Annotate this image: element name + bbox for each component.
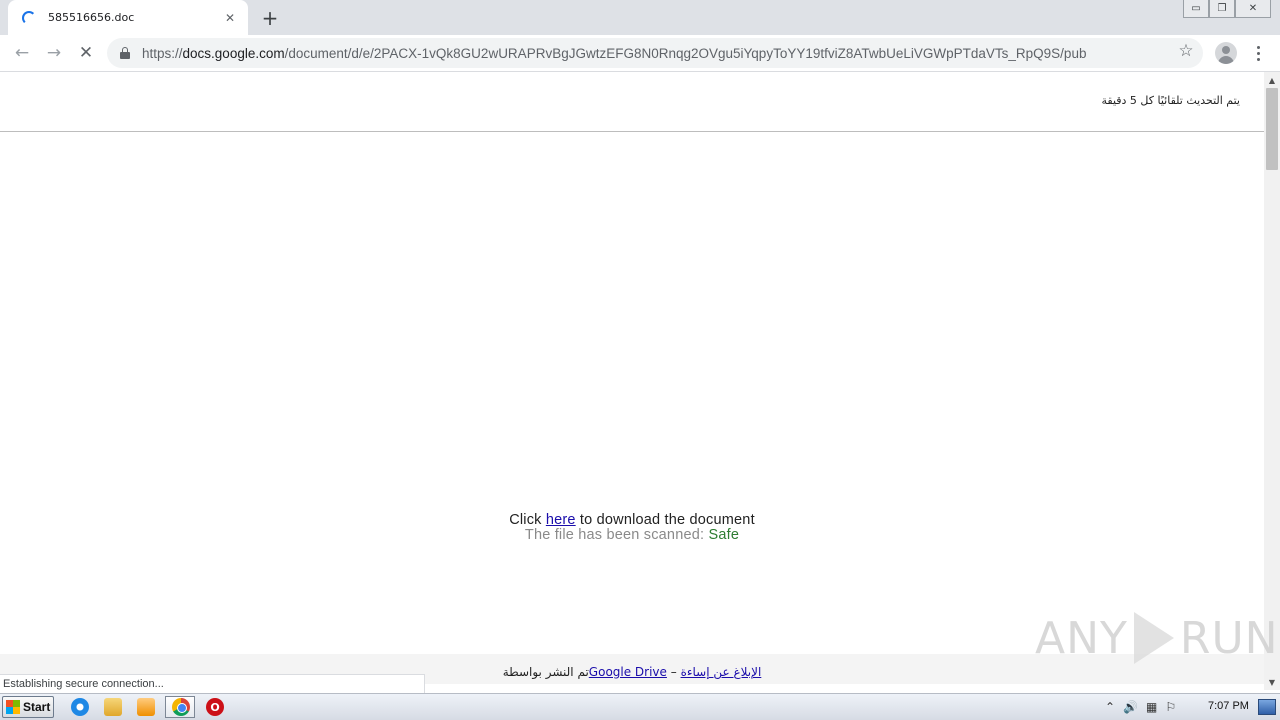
system-tray: ⌃ 🔊 ▦ ⚐ bbox=[1105, 697, 1176, 717]
download-prompt-prefix: Click bbox=[509, 512, 546, 528]
loading-spinner-icon bbox=[22, 10, 36, 25]
scrollbar-thumb[interactable] bbox=[1266, 88, 1278, 170]
tab-strip: 585516656.doc ✕ + ▭ ❐ ✕ bbox=[0, 0, 1280, 35]
more-menu-icon[interactable] bbox=[1250, 42, 1266, 64]
opera-icon[interactable]: O bbox=[206, 698, 224, 716]
window-close-button[interactable]: ✕ bbox=[1235, 0, 1271, 18]
footer-dash: – bbox=[666, 665, 681, 679]
auto-update-notice: يتم التحديث تلقائيًا كل 5 دقيقة bbox=[1101, 94, 1240, 107]
start-label: Start bbox=[23, 700, 51, 714]
back-button[interactable]: ← bbox=[9, 40, 35, 66]
doc-header-banner: يتم التحديث تلقائيًا كل 5 دقيقة bbox=[0, 72, 1264, 132]
watermark-left-text: ANY bbox=[1035, 612, 1128, 664]
url-host: docs.google.com bbox=[182, 45, 285, 61]
windows-logo-icon bbox=[6, 700, 20, 714]
scroll-down-arrow-icon[interactable]: ▼ bbox=[1264, 674, 1280, 690]
action-center-flag-icon[interactable]: ⚐ bbox=[1165, 700, 1176, 714]
new-tab-button[interactable]: + bbox=[258, 6, 282, 30]
restore-button[interactable]: ❐ bbox=[1209, 0, 1235, 18]
internet-explorer-icon[interactable] bbox=[71, 698, 89, 716]
chrome-icon[interactable] bbox=[172, 698, 190, 716]
tray-expand-icon[interactable]: ⌃ bbox=[1105, 700, 1115, 714]
volume-icon[interactable]: 🔊 bbox=[1123, 700, 1138, 714]
tab-title: 585516656.doc bbox=[48, 11, 135, 24]
browser-tab-active[interactable]: 585516656.doc ✕ bbox=[8, 0, 248, 35]
show-desktop-icon[interactable] bbox=[1258, 699, 1276, 715]
google-drive-link[interactable]: Google Drive bbox=[589, 665, 667, 679]
scan-status: The file has been scanned: Safe bbox=[0, 527, 1264, 543]
media-player-icon[interactable] bbox=[137, 698, 155, 716]
stop-loading-button[interactable]: ✕ bbox=[73, 40, 99, 66]
anyrun-watermark: ANY RUN bbox=[1035, 606, 1279, 670]
url-path: /document/d/e/2PACX-1vQk8GU2wURAPRvBgJGw… bbox=[284, 45, 1087, 61]
network-icon[interactable]: ▦ bbox=[1146, 700, 1157, 714]
profile-avatar-icon[interactable] bbox=[1215, 42, 1237, 64]
download-here-link[interactable]: here bbox=[546, 512, 576, 528]
lock-icon[interactable] bbox=[120, 47, 130, 59]
page-viewport: يتم التحديث تلقائيًا كل 5 دقيقة Click he… bbox=[0, 72, 1264, 684]
vertical-scrollbar[interactable]: ▲ ▼ bbox=[1264, 72, 1280, 690]
windows-taskbar: Start O ⌃ 🔊 ▦ ⚐ 7:07 PM bbox=[0, 693, 1280, 720]
download-prompt: Click here to download the document bbox=[0, 512, 1264, 528]
forward-button[interactable]: → bbox=[41, 40, 67, 66]
watermark-play-icon bbox=[1133, 612, 1174, 664]
report-abuse-link[interactable]: الإبلاغ عن إساءة bbox=[681, 665, 762, 679]
scan-status-label: The file has been scanned: bbox=[524, 527, 709, 543]
minimize-button[interactable]: ▭ bbox=[1183, 0, 1209, 18]
taskbar-clock[interactable]: 7:07 PM bbox=[1208, 700, 1249, 712]
tab-close-icon[interactable]: ✕ bbox=[222, 10, 238, 26]
address-bar[interactable]: https://docs.google.com/document/d/e/2PA… bbox=[107, 38, 1203, 68]
url-text[interactable]: https://docs.google.com/document/d/e/2PA… bbox=[142, 46, 1172, 61]
file-explorer-icon[interactable] bbox=[104, 698, 122, 716]
bookmark-star-icon[interactable]: ☆ bbox=[1175, 40, 1197, 62]
scan-result-safe: Safe bbox=[708, 527, 740, 543]
footer-published-by: تم النشر بواسطة bbox=[502, 665, 589, 679]
status-bubble: Establishing secure connection... bbox=[0, 674, 425, 693]
watermark-right-text: RUN bbox=[1179, 612, 1279, 664]
url-scheme: https:// bbox=[142, 45, 183, 61]
start-button[interactable]: Start bbox=[2, 696, 54, 718]
scroll-up-arrow-icon[interactable]: ▲ bbox=[1264, 72, 1280, 88]
browser-toolbar: ← → ✕ https://docs.google.com/document/d… bbox=[0, 35, 1280, 72]
download-prompt-suffix: to download the document bbox=[575, 512, 755, 528]
